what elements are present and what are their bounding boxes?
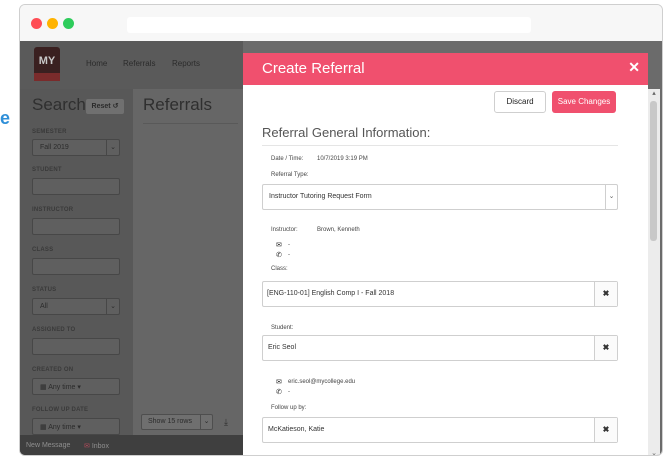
- class-input[interactable]: [32, 258, 120, 275]
- reset-label: Reset: [91, 103, 111, 110]
- followup-label: FOLLOW UP DATE: [32, 407, 89, 413]
- datetime-label: Date / Time:: [271, 156, 304, 162]
- minimize-window-dot[interactable]: [47, 18, 58, 29]
- browser-titlebar: [20, 5, 662, 41]
- status-select[interactable]: All ⌄: [32, 298, 120, 315]
- section-divider: [262, 145, 618, 146]
- download-icon[interactable]: ⤓: [217, 414, 235, 430]
- student-label: Student:: [271, 325, 294, 331]
- envelope-icon: ✉: [276, 242, 282, 249]
- phone-icon: ✆: [276, 389, 282, 396]
- section-title: Referral General Information:: [262, 125, 431, 140]
- save-changes-button[interactable]: Save Changes: [552, 91, 616, 113]
- referral-type-value: Instructor Tutoring Request Form: [269, 193, 372, 200]
- mail-icon: ✉: [84, 443, 90, 450]
- datetime-value: 10/7/2019 3:19 PM: [317, 156, 368, 162]
- scroll-down-icon[interactable]: ⌄: [648, 449, 660, 455]
- maximize-window-dot[interactable]: [63, 18, 74, 29]
- scrollbar-thumb[interactable]: [650, 101, 657, 241]
- chevron-down-icon: ⌄: [200, 415, 212, 429]
- status-label: STATUS: [32, 287, 57, 293]
- rows-per-page-select[interactable]: Show 15 rows ⌄: [141, 414, 213, 430]
- created-value: Any time: [48, 384, 76, 391]
- clear-class-icon[interactable]: ✖: [594, 282, 617, 306]
- inbox-label: Inbox: [91, 443, 109, 450]
- student-label: STUDENT: [32, 167, 62, 173]
- instructor-input[interactable]: [32, 218, 120, 235]
- app-area: MY Home Referrals Reports Search Reset ↺…: [20, 41, 662, 455]
- chevron-down-icon: ⌄: [106, 140, 119, 155]
- referral-type-label: Referral Type:: [271, 172, 309, 178]
- close-window-dot[interactable]: [31, 18, 42, 29]
- class-label: Class:: [271, 266, 288, 272]
- scroll-up-icon[interactable]: ▴: [648, 89, 660, 97]
- student-field[interactable]: Eric Seol ✖: [262, 335, 618, 361]
- created-date-picker[interactable]: ▦ Any time ▾: [32, 378, 120, 395]
- calendar-icon: ▦: [40, 424, 47, 431]
- semester-label: SEMESTER: [32, 129, 67, 135]
- chevron-down-icon: ⌄: [605, 185, 617, 209]
- caret-down-icon: ▾: [77, 384, 81, 391]
- clear-followup-icon[interactable]: ✖: [594, 418, 617, 442]
- title-divider: [143, 123, 238, 124]
- student-value: Eric Seol: [268, 344, 297, 351]
- assigned-input[interactable]: [32, 338, 120, 355]
- referrals-title: Referrals: [143, 95, 212, 114]
- browser-window: MY Home Referrals Reports Search Reset ↺…: [19, 4, 663, 456]
- app-logo[interactable]: MY: [34, 47, 60, 81]
- chevron-down-icon: ⌄: [106, 299, 119, 314]
- instructor-label: Instructor:: [271, 227, 298, 233]
- undo-icon: ↺: [112, 103, 119, 110]
- nav-home[interactable]: Home: [86, 59, 107, 68]
- assigned-label: ASSIGNED TO: [32, 327, 76, 333]
- student-phone: -: [288, 389, 290, 395]
- modal-header: Create Referral ✕: [243, 53, 648, 85]
- clear-student-icon[interactable]: ✖: [594, 336, 617, 360]
- nav-reports[interactable]: Reports: [172, 59, 200, 68]
- phone-icon: ✆: [276, 252, 282, 259]
- envelope-icon: ✉: [276, 379, 282, 386]
- followup-label: Follow up by:: [271, 405, 307, 411]
- followup-value: McKatieson, Katie: [268, 426, 325, 433]
- new-message-link[interactable]: New Message: [26, 442, 70, 449]
- bottom-bar: New Message ✉ Inbox: [20, 435, 243, 455]
- modal-scrollbar[interactable]: ▴ ⌄: [648, 89, 660, 455]
- discard-button[interactable]: Discard: [494, 91, 546, 113]
- followup-value: Any time: [48, 424, 76, 431]
- modal-title: Create Referral: [262, 60, 365, 77]
- reset-button[interactable]: Reset ↺: [86, 99, 124, 114]
- class-field[interactable]: [ENG-110-01] English Comp I - Fall 2018 …: [262, 281, 618, 307]
- semester-value: Fall 2019: [40, 144, 69, 151]
- close-icon[interactable]: ✕: [628, 59, 640, 76]
- status-value: All: [40, 303, 48, 310]
- instructor-label: INSTRUCTOR: [32, 207, 74, 213]
- student-email: eric.seol@mycollege.edu: [288, 379, 356, 385]
- instructor-value: Brown, Kenneth: [317, 227, 360, 233]
- class-label: CLASS: [32, 247, 54, 253]
- nav-referrals[interactable]: Referrals: [123, 59, 155, 68]
- logo-text: MY: [38, 55, 56, 67]
- followup-field[interactable]: McKatieson, Katie ✖: [262, 417, 618, 443]
- created-label: CREATED ON: [32, 367, 74, 373]
- referral-type-select[interactable]: Instructor Tutoring Request Form ⌄: [262, 184, 618, 210]
- rows-per-page-value: Show 15 rows: [148, 418, 192, 425]
- caret-down-icon: ▾: [77, 424, 81, 431]
- top-nav: MY Home Referrals Reports: [20, 41, 243, 89]
- search-sidebar: Search Reset ↺ SEMESTER Fall 2019 ⌄ STUD…: [20, 89, 133, 455]
- address-bar[interactable]: [127, 17, 531, 33]
- referrals-main: Referrals Show 15 rows ⌄ ⤓: [133, 89, 243, 455]
- search-title: Search: [32, 95, 86, 114]
- instructor-phone: -: [288, 252, 290, 258]
- followup-date-picker[interactable]: ▦ Any time ▾: [32, 418, 120, 435]
- instructor-email: -: [288, 242, 290, 248]
- page-edge-letter: e: [0, 108, 11, 128]
- class-value: [ENG-110-01] English Comp I - Fall 2018: [267, 290, 395, 297]
- logo-band: [34, 73, 60, 81]
- create-referral-modal: Create Referral ✕ Discard Save Changes R…: [243, 53, 648, 455]
- student-input[interactable]: [32, 178, 120, 195]
- inbox-link[interactable]: ✉ Inbox: [84, 442, 109, 450]
- semester-select[interactable]: Fall 2019 ⌄: [32, 139, 120, 156]
- calendar-icon: ▦: [40, 384, 47, 391]
